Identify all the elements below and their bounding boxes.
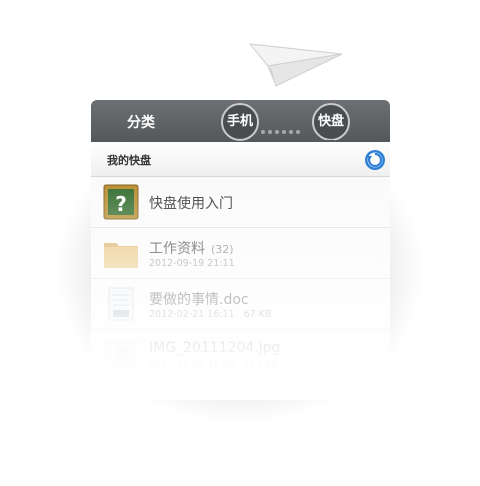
refresh-icon <box>365 150 385 170</box>
file-name: 工作资料 (32) <box>149 241 234 257</box>
item-count: (32) <box>211 243 234 256</box>
document-icon <box>103 286 139 322</box>
top-tab-bar: 分类 手机 快盘 <box>91 100 390 146</box>
image-icon <box>103 337 139 373</box>
folder-title: 我的快盘 <box>107 154 151 167</box>
paper-plane-icon <box>246 36 346 100</box>
file-name: 快盘使用入门 <box>149 196 233 212</box>
tab-phone[interactable]: 手机 <box>221 103 259 141</box>
list-item[interactable]: ? 快盘使用入门 <box>91 177 390 228</box>
file-list: ? 快盘使用入门 工作资料 (32) 2012-09-19 21:11 要做的事… <box>91 177 390 381</box>
file-meta: 2012-02-21 16:11 67 KB <box>149 309 272 320</box>
help-board-icon: ? <box>103 184 139 220</box>
file-name: 要做的事情.doc <box>149 292 249 308</box>
tab-progress-dots <box>261 119 309 134</box>
file-name: IMG_20111204.jpg <box>149 340 281 356</box>
breadcrumb-bar: 我的快盘 <box>91 142 390 177</box>
list-item[interactable]: 要做的事情.doc 2012-02-21 16:11 67 KB <box>91 279 390 330</box>
list-item[interactable]: IMG_20111204.jpg 2011-12-04 17:56 123 KB <box>91 330 390 381</box>
tab-category[interactable]: 分类 <box>127 112 155 132</box>
tab-kuaipan[interactable]: 快盘 <box>312 103 350 141</box>
list-item[interactable]: 工作资料 (32) 2012-09-19 21:11 <box>91 228 390 279</box>
file-date: 2012-09-19 21:11 <box>149 258 235 269</box>
file-meta: 2011-12-04 17:56 123 KB <box>149 360 278 371</box>
svg-text:?: ? <box>115 192 127 216</box>
folder-icon <box>103 235 139 271</box>
sync-button[interactable] <box>364 149 386 171</box>
app-screen: 分类 手机 快盘 我的快盘 ? 快盘使用入门 工作资料 (32) 2012-09… <box>91 100 390 400</box>
